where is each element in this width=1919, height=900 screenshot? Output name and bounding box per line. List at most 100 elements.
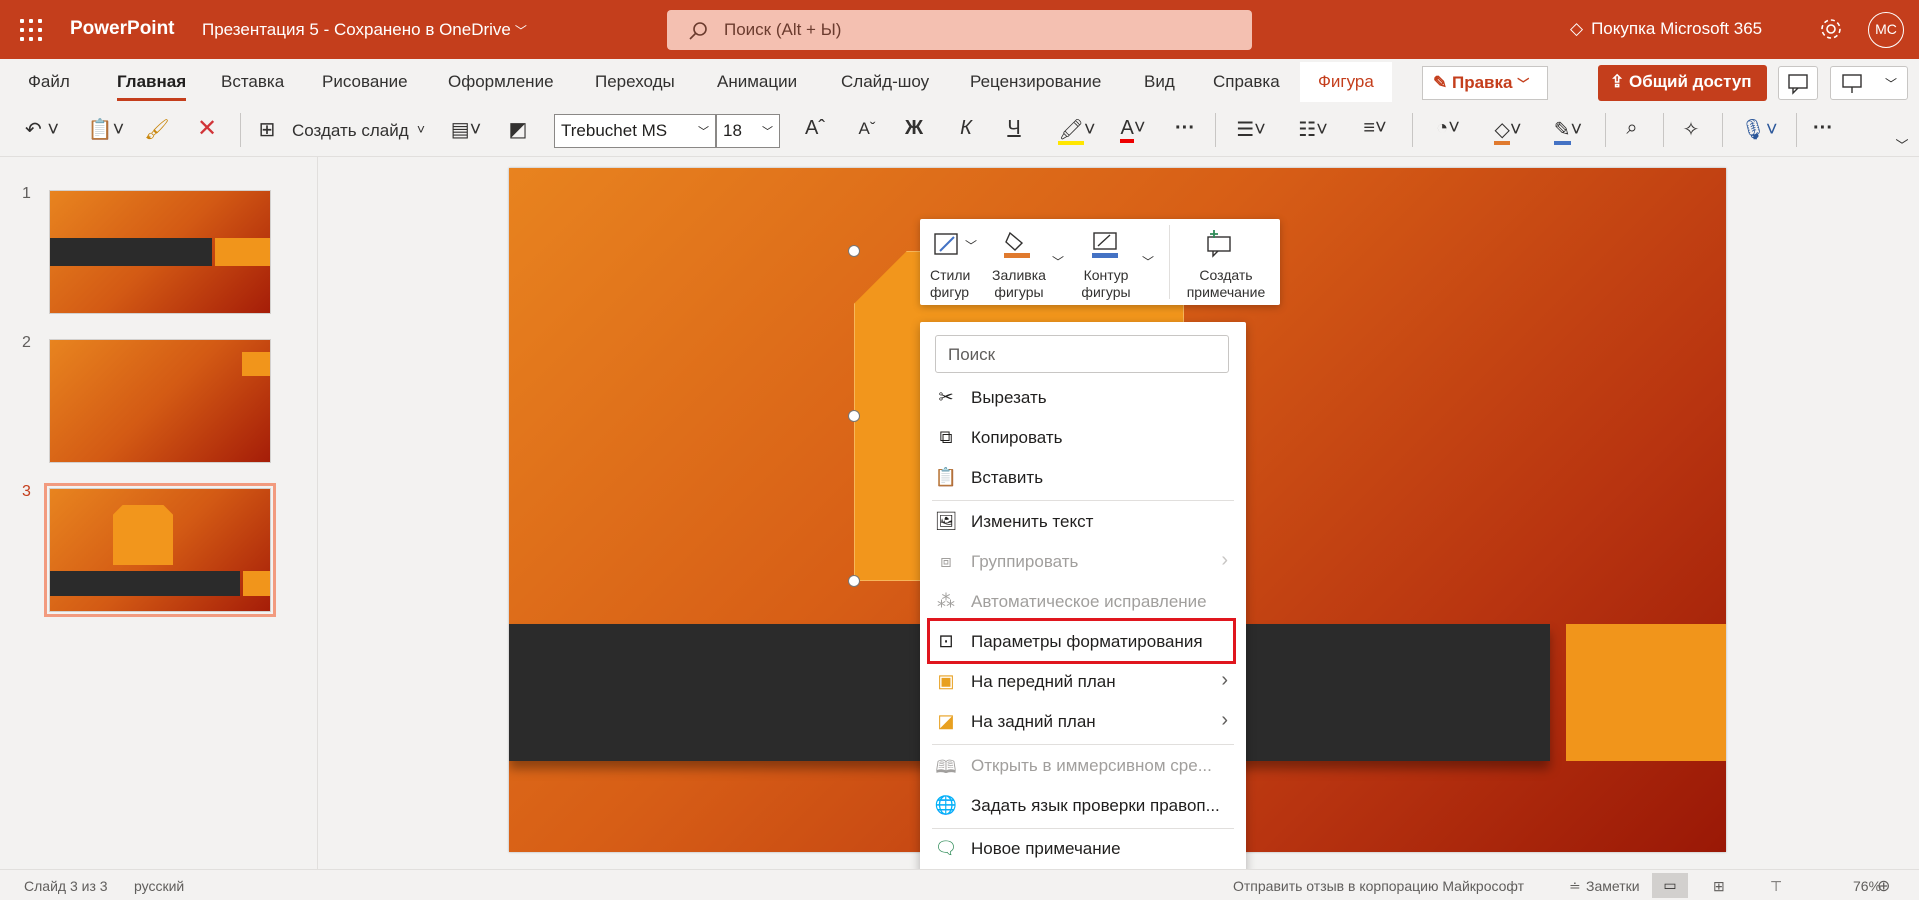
decrease-font-size-icon[interactable]: Aˇ bbox=[853, 119, 881, 147]
new-slide-button[interactable]: Создать слайд bbox=[292, 121, 409, 141]
comments-button[interactable] bbox=[1778, 66, 1818, 100]
layout-icon[interactable]: ▤˅ bbox=[443, 117, 489, 145]
find-icon[interactable]: ⌕ bbox=[1617, 117, 1647, 145]
orange-square-shape[interactable] bbox=[1566, 624, 1726, 761]
shape-outline-icon[interactable]: ✎˅ bbox=[1544, 117, 1592, 145]
present-icon bbox=[1842, 74, 1862, 93]
create-comment-button[interactable]: Создать примечание bbox=[1176, 267, 1276, 301]
gear-icon[interactable] bbox=[1818, 16, 1844, 42]
tab-design[interactable]: Оформление bbox=[448, 72, 554, 92]
shape-styles-button[interactable]: Стили фигур bbox=[930, 267, 970, 301]
slide-thumbnail-2[interactable] bbox=[49, 339, 271, 463]
feedback-link[interactable]: Отправить отзыв в корпорацию Майкрософт bbox=[1233, 878, 1524, 894]
menu-item-paste[interactable]: 📋 Вставить bbox=[920, 459, 1246, 497]
ribbon-collapse-icon[interactable]: ﹀ bbox=[1892, 135, 1912, 163]
slide-thumbnail-1[interactable] bbox=[49, 190, 271, 314]
more-options-icon[interactable]: ··· bbox=[1170, 117, 1200, 145]
menu-item-bring-forward[interactable]: ▣ На передний план › bbox=[920, 663, 1246, 701]
menu-item-edit-text[interactable]: 🖼 Изменить текст bbox=[920, 503, 1246, 541]
share-button[interactable]: ⇪ Общий доступ bbox=[1598, 65, 1767, 101]
menu-item-label: Изменить текст bbox=[971, 512, 1094, 531]
toolbar-divider bbox=[1796, 113, 1797, 147]
more-commands-icon[interactable]: ··· bbox=[1808, 117, 1838, 145]
edit-mode-button[interactable]: ✎ Правка ﹀ bbox=[1422, 66, 1548, 100]
numbering-icon[interactable]: ☷˅ bbox=[1290, 117, 1336, 145]
avatar[interactable]: МС bbox=[1868, 12, 1904, 48]
shapes-icon[interactable]: ◔˅ bbox=[1424, 117, 1472, 145]
normal-view-icon[interactable]: ▭ bbox=[1652, 873, 1688, 898]
slide-sorter-icon[interactable]: ⊞ bbox=[1713, 878, 1725, 895]
tab-review[interactable]: Рецензирование bbox=[970, 72, 1101, 92]
fit-to-window-icon[interactable]: ⊕ bbox=[1877, 876, 1890, 896]
notes-icon[interactable]: ≐ bbox=[1569, 878, 1581, 895]
tab-view[interactable]: Вид bbox=[1144, 72, 1175, 92]
present-button[interactable]: ﹀ bbox=[1830, 66, 1908, 100]
menu-item-cut[interactable]: ✂ Вырезать bbox=[920, 379, 1246, 417]
slide-number: 3 bbox=[22, 483, 31, 500]
menu-item-proofing-language[interactable]: 🌐 Задать язык проверки правоп... bbox=[920, 787, 1246, 825]
slide-thumbnail-3[interactable] bbox=[44, 483, 276, 617]
search-box[interactable]: Поиск (Alt + Ы) bbox=[667, 10, 1252, 50]
language-indicator[interactable]: русский bbox=[134, 878, 184, 894]
buy-microsoft-365-link[interactable]: ◇ Покупка Microsoft 365 bbox=[1570, 19, 1762, 39]
context-menu-search-input[interactable]: Поиск bbox=[935, 335, 1229, 373]
menu-item-label: Вставить bbox=[971, 468, 1044, 487]
highlight-color-icon[interactable]: 🖍˅ bbox=[1052, 117, 1102, 145]
format-painter-icon[interactable]: 🖌 bbox=[143, 117, 171, 145]
tab-file[interactable]: Файл bbox=[28, 72, 70, 92]
chevron-down-icon[interactable]: ﹀ bbox=[1142, 253, 1154, 270]
tab-animations[interactable]: Анимации bbox=[717, 72, 797, 92]
font-family-value: Trebuchet MS bbox=[561, 121, 668, 140]
reading-view-icon[interactable]: ⊤ bbox=[1770, 878, 1782, 895]
tab-draw[interactable]: Рисование bbox=[322, 72, 408, 92]
underline-button[interactable]: Ч bbox=[1000, 117, 1028, 145]
font-color-icon[interactable]: A˅ bbox=[1110, 117, 1156, 145]
menu-item-send-backward[interactable]: ◪ На задний план › bbox=[920, 703, 1246, 741]
tab-help[interactable]: Справка bbox=[1213, 72, 1280, 92]
tab-insert[interactable]: Вставка bbox=[221, 72, 284, 92]
slide-background-icon[interactable]: ◩ bbox=[503, 117, 533, 145]
share-icon: ⇪ bbox=[1610, 72, 1625, 91]
comment-icon bbox=[1788, 74, 1808, 95]
chevron-down-icon[interactable]: ˅ bbox=[413, 121, 429, 149]
italic-button[interactable]: К bbox=[952, 117, 980, 145]
clipboard-icon[interactable]: 📋˅ bbox=[83, 117, 129, 145]
shape-styles-icon bbox=[934, 233, 958, 255]
app-launcher-icon[interactable] bbox=[20, 19, 42, 41]
slide-number: 2 bbox=[22, 334, 31, 351]
dictate-icon[interactable]: 🎙˅ bbox=[1735, 117, 1783, 145]
tab-transitions[interactable]: Переходы bbox=[595, 72, 675, 92]
shape-outline-button[interactable]: Контур фигуры bbox=[1078, 267, 1134, 301]
new-slide-icon[interactable]: ⊞ bbox=[253, 117, 281, 145]
bullets-icon[interactable]: ☰˅ bbox=[1228, 117, 1274, 145]
menu-item-new-comment[interactable]: 🗨 Новое примечание bbox=[920, 830, 1246, 868]
notes-button[interactable]: Заметки bbox=[1586, 878, 1640, 894]
document-title[interactable]: Презентация 5 - Сохранено в OneDrive ﹀ bbox=[202, 20, 527, 40]
chevron-down-icon[interactable]: ﹀ bbox=[965, 237, 977, 254]
chevron-right-icon: › bbox=[1221, 549, 1228, 571]
resize-handle[interactable] bbox=[848, 575, 860, 587]
chevron-down-icon[interactable]: ﹀ bbox=[1052, 253, 1064, 270]
undo-icon[interactable]: ↶ ˅ bbox=[22, 117, 62, 145]
designer-icon[interactable]: ✧ bbox=[1676, 117, 1706, 145]
increase-font-size-icon[interactable]: Aˆ bbox=[801, 117, 829, 145]
resize-handle[interactable] bbox=[848, 245, 860, 257]
chevron-down-icon: ﹀ bbox=[1885, 77, 1898, 91]
menu-item-label: Вырезать bbox=[971, 388, 1047, 407]
bold-button[interactable]: Ж bbox=[900, 117, 928, 145]
tab-shape[interactable]: Фигура bbox=[1300, 62, 1392, 102]
tab-home[interactable]: Главная bbox=[117, 72, 187, 101]
clear-formatting-icon[interactable]: ✕ bbox=[193, 114, 221, 142]
autocorrect-icon: ⁂ bbox=[937, 591, 955, 611]
menu-item-copy[interactable]: ⧉ Копировать bbox=[920, 419, 1246, 457]
paste-icon: 📋 bbox=[934, 467, 958, 487]
resize-handle[interactable] bbox=[848, 410, 860, 422]
font-family-select[interactable]: Trebuchet MS ﹀ bbox=[554, 114, 716, 148]
toolbar-divider bbox=[1215, 113, 1216, 147]
shape-fill-icon[interactable]: ◇˅ bbox=[1484, 117, 1532, 145]
font-size-select[interactable]: 18 ﹀ bbox=[716, 114, 780, 148]
app-name[interactable]: PowerPoint bbox=[70, 18, 175, 40]
tab-slideshow[interactable]: Слайд-шоу bbox=[841, 72, 929, 92]
shape-fill-button[interactable]: Заливка фигуры bbox=[988, 267, 1050, 301]
align-icon[interactable]: ≡˅ bbox=[1352, 117, 1398, 145]
